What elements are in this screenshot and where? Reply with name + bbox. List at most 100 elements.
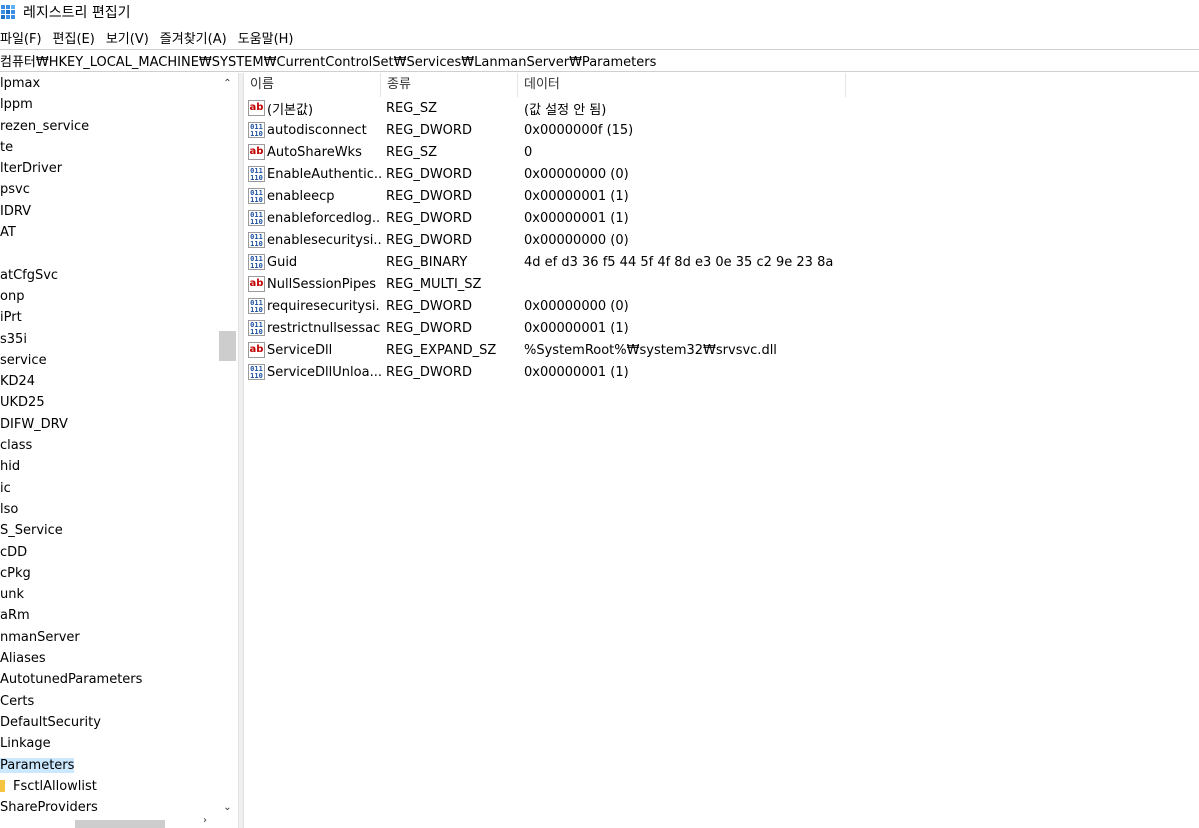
tree-item[interactable]: DIFW_DRV bbox=[0, 414, 218, 435]
tree-item[interactable]: te bbox=[0, 137, 218, 158]
value-row[interactable]: ab AutoShareWks REG_SZ 0 bbox=[244, 141, 833, 163]
value-data: 4d ef d3 36 f5 44 5f 4f 8d e3 0e 35 c2 9… bbox=[524, 254, 834, 270]
tree-item[interactable]: unk bbox=[0, 584, 218, 605]
menu-edit[interactable]: 편집(E) bbox=[53, 28, 100, 47]
tree-item-label: nmanServer bbox=[0, 629, 80, 645]
value-row[interactable]: 011 110 ServiceDllUnloa... REG_DWORD 0x00000… bbox=[244, 361, 833, 383]
value-name-cell: 011 110 enableecp bbox=[244, 188, 381, 204]
tree-item-label: class bbox=[0, 438, 33, 454]
menu-view[interactable]: 보기(V) bbox=[106, 28, 154, 47]
value-row[interactable]: ab ServiceDll REG_EXPAND_SZ %SystemRoot%₩sy… bbox=[244, 339, 833, 361]
tree-item-label: KD24 bbox=[0, 374, 36, 390]
scrollbar-thumb[interactable] bbox=[219, 331, 236, 361]
value-row[interactable]: 011 110 EnableAuthentic... REG_DWORD 0x00000… bbox=[244, 163, 833, 185]
menu-file[interactable]: 파일(F) bbox=[0, 28, 47, 47]
tree-item[interactable]: s35i bbox=[0, 329, 218, 350]
tree-item[interactable]: psvc bbox=[0, 179, 218, 200]
tree-item[interactable]: IDRV bbox=[0, 201, 218, 222]
value-name-cell: ab ServiceDll bbox=[244, 342, 381, 358]
tree-item[interactable]: Aliases bbox=[0, 648, 218, 669]
tree-item[interactable]: AutotunedParameters bbox=[0, 669, 218, 690]
registry-editor-app-icon bbox=[1, 4, 15, 19]
tree-item-label: aRm bbox=[0, 608, 30, 624]
value-row[interactable]: ab (기본값) REG_SZ (값 설정 안 됨) bbox=[244, 97, 833, 119]
tree-item-label: Aliases bbox=[0, 651, 46, 667]
scroll-right-icon[interactable]: › bbox=[203, 815, 207, 826]
tree-item[interactable]: aRm bbox=[0, 605, 218, 626]
key-tree-pane: lpmax lppm rezen_servicete lterDriver psvc ID… bbox=[0, 73, 238, 828]
tree-item[interactable]: Certs bbox=[0, 691, 218, 712]
tree-item[interactable]: hid bbox=[0, 456, 218, 477]
tree-item[interactable]: AT bbox=[0, 222, 218, 243]
value-row[interactable]: 011 110 Guid REG_BINARY 4d ef d3 36 f5 44 5f… bbox=[244, 251, 833, 273]
tree-item-label: psvc bbox=[0, 182, 30, 198]
tree-item[interactable]: lso bbox=[0, 499, 218, 520]
value-name: Guid bbox=[267, 254, 298, 270]
binary-value-icon: 011 110 bbox=[248, 364, 265, 380]
tree-item[interactable]: service bbox=[0, 350, 218, 371]
tree-item[interactable]: lterDriver bbox=[0, 158, 218, 179]
tree-item[interactable]: class bbox=[0, 435, 218, 456]
tree-item-label: rezen_service bbox=[0, 118, 90, 134]
tree-item[interactable]: cDD bbox=[0, 542, 218, 563]
tree-item-label: DefaultSecurity bbox=[0, 714, 101, 730]
tree-horizontal-scrollbar[interactable]: › bbox=[0, 815, 218, 828]
scroll-down-icon[interactable]: ⌄ bbox=[218, 799, 237, 816]
horizontal-scrollbar-thumb[interactable] bbox=[75, 820, 165, 828]
tree-item[interactable]: S_Service bbox=[0, 520, 218, 541]
tree-item[interactable]: Parameters bbox=[0, 755, 218, 776]
value-row[interactable]: 011 110 requiresecuritysi... REG_DWORD 0x000… bbox=[244, 295, 833, 317]
binary-value-icon: 011 110 bbox=[248, 254, 265, 270]
value-data: 0x00000000 (0) bbox=[524, 166, 629, 182]
binary-value-icon: 011 110 bbox=[248, 210, 265, 226]
tree-item[interactable]: UKD25 bbox=[0, 392, 218, 413]
tree-item[interactable]: nmanServer bbox=[0, 627, 218, 648]
value-row[interactable]: 011 110 autodisconnect REG_DWORD 0x0000000f … bbox=[244, 119, 833, 141]
value-type: REG_DWORD bbox=[386, 166, 472, 182]
tree-item-label: hid bbox=[0, 459, 21, 475]
tree-item-label: atCfgSvc bbox=[0, 267, 59, 283]
tree-item[interactable] bbox=[0, 243, 218, 264]
value-row[interactable]: 011 110 enablesecuritysi... REG_DWORD 0x0000… bbox=[244, 229, 833, 251]
value-row[interactable]: 011 110 enableecp REG_DWORD 0x00000001 (1) bbox=[244, 185, 833, 207]
menu-help[interactable]: 도움말(H) bbox=[238, 28, 299, 47]
column-header-data[interactable]: 데이터 bbox=[518, 73, 846, 97]
tree-item-label: ShareProviders bbox=[0, 800, 98, 816]
tree-item[interactable]: Linkage bbox=[0, 733, 218, 754]
column-header-type[interactable]: 종류 bbox=[381, 73, 518, 97]
address-path[interactable]: 컴퓨터₩HKEY_LOCAL_MACHINE₩SYSTEM₩CurrentCon… bbox=[0, 51, 656, 70]
tree-item-label: lso bbox=[0, 501, 19, 517]
value-name-cell: 011 110 ServiceDllUnloa... bbox=[244, 364, 381, 380]
string-value-icon: ab bbox=[248, 342, 265, 358]
value-data: 0x00000001 (1) bbox=[524, 320, 629, 336]
column-header-name[interactable]: 이름 bbox=[244, 73, 381, 97]
address-bar[interactable]: 컴퓨터₩HKEY_LOCAL_MACHINE₩SYSTEM₩CurrentCon… bbox=[0, 49, 1199, 72]
value-row[interactable]: 011 110 restrictnullsessac... REG_DWORD 0x00… bbox=[244, 317, 833, 339]
tree-item[interactable]: lppm bbox=[0, 94, 218, 115]
menu-bar: 파일(F) 편집(E) 보기(V) 즐겨찾기(A) 도움말(H) bbox=[0, 26, 305, 48]
tree-item[interactable]: KD24 bbox=[0, 371, 218, 392]
tree-vertical-scrollbar[interactable]: ⌃ ⌄ bbox=[218, 73, 237, 818]
tree-item[interactable]: cPkg bbox=[0, 563, 218, 584]
value-row[interactable]: 011 110 enableforcedlog... REG_DWORD 0x00000… bbox=[244, 207, 833, 229]
tree-item[interactable]: iPrt bbox=[0, 307, 218, 328]
value-name: restrictnullsessac... bbox=[267, 320, 381, 336]
tree-item[interactable]: DefaultSecurity bbox=[0, 712, 218, 733]
string-value-icon: ab bbox=[248, 144, 265, 160]
tree-item[interactable]: ShareProviders bbox=[0, 797, 218, 818]
value-type: REG_BINARY bbox=[386, 254, 468, 270]
key-tree: lpmax lppm rezen_servicete lterDriver psvc ID… bbox=[0, 73, 218, 818]
tree-item[interactable]: ic bbox=[0, 478, 218, 499]
value-name-cell: 011 110 autodisconnect bbox=[244, 122, 381, 138]
tree-item[interactable]: rezen_service bbox=[0, 116, 218, 137]
tree-item[interactable]: lpmax bbox=[0, 73, 218, 94]
tree-item[interactable]: atCfgSvc bbox=[0, 265, 218, 286]
scroll-up-icon[interactable]: ⌃ bbox=[218, 75, 237, 92]
tree-item[interactable]: onp bbox=[0, 286, 218, 307]
value-row[interactable]: ab NullSessionPipes REG_MULTI_SZ bbox=[244, 273, 833, 295]
value-name-cell: 011 110 Guid bbox=[244, 254, 381, 270]
menu-favorites[interactable]: 즐겨찾기(A) bbox=[160, 28, 232, 47]
tree-item-label: IDRV bbox=[0, 203, 32, 219]
value-data: 0x00000001 (1) bbox=[524, 364, 629, 380]
tree-item[interactable]: FsctlAllowlist bbox=[0, 776, 218, 797]
